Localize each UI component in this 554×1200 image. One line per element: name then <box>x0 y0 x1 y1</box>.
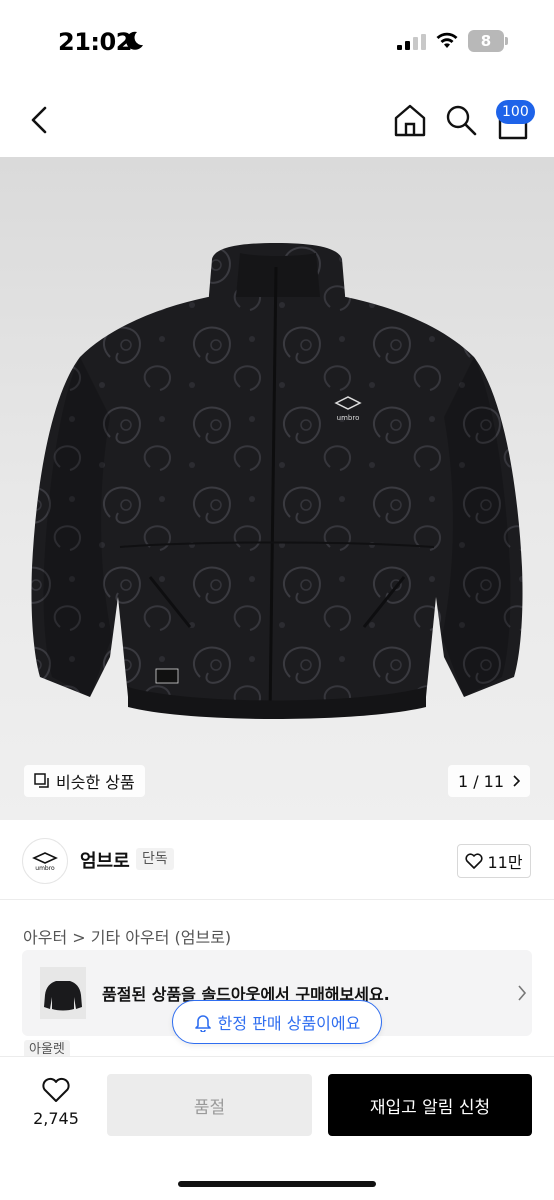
brand-like-count: 11만 <box>487 853 523 872</box>
back-icon[interactable] <box>24 102 54 138</box>
cart-badge: 100 <box>496 100 535 124</box>
heart-icon <box>42 1077 70 1102</box>
brand-logo[interactable]: umbro <box>22 838 68 884</box>
moon-icon <box>126 31 143 50</box>
soldout-button: 품절 <box>107 1074 312 1136</box>
wifi-icon <box>436 32 458 48</box>
umbro-logo-icon: umbro <box>32 852 58 871</box>
home-icon[interactable] <box>392 102 428 138</box>
heart-icon <box>465 853 483 869</box>
wishlist-button[interactable]: 2,745 <box>28 1073 84 1133</box>
chevron-right-icon <box>513 775 521 787</box>
status-time: 21:02 <box>58 28 132 56</box>
svg-text:umbro: umbro <box>35 865 55 871</box>
limited-sale-pill: 한정 판매 상품이에요 <box>172 1000 382 1044</box>
limited-sale-text: 한정 판매 상품이에요 <box>217 1014 361 1033</box>
pager-text: 1 / 11 <box>457 771 505 791</box>
jacket-logo-text: umbro <box>337 414 360 422</box>
battery-icon: 8 <box>468 30 508 52</box>
chevron-right-icon <box>518 985 527 1001</box>
bottom-action-bar: 2,745 품절 재입고 알림 신청 <box>0 1056 554 1200</box>
jacket-image: umbro <box>31 243 523 719</box>
status-bar: 21:02 8 <box>0 0 554 84</box>
search-icon[interactable] <box>444 102 478 138</box>
brand-like-button[interactable]: 11만 <box>457 844 531 878</box>
image-pager[interactable]: 1 / 11 <box>448 765 530 797</box>
similar-products-label: 비슷한 상품 <box>56 773 135 792</box>
signal-icon <box>397 34 426 50</box>
home-indicator <box>178 1181 376 1187</box>
brand-row: umbro 엄브로 단독 11만 <box>0 820 554 900</box>
brand-name[interactable]: 엄브로 <box>80 847 130 873</box>
battery-level: 8 <box>468 30 504 52</box>
similar-icon <box>34 773 49 788</box>
soldout-thumbnail <box>40 967 86 1019</box>
battery-tip <box>505 37 508 45</box>
product-image[interactable]: umbro 비슷한 상품 1 / 11 <box>0 157 554 820</box>
similar-products-button[interactable]: 비슷한 상품 <box>24 765 145 797</box>
wish-count: 2,745 <box>33 1109 79 1128</box>
top-nav <box>0 84 554 156</box>
bell-icon <box>194 1015 211 1032</box>
breadcrumb[interactable]: 아우터 > 기타 아우터 (엄브로) <box>23 924 231 948</box>
restock-alert-button[interactable]: 재입고 알림 신청 <box>328 1074 532 1136</box>
exclusive-tag: 단독 <box>136 848 174 870</box>
